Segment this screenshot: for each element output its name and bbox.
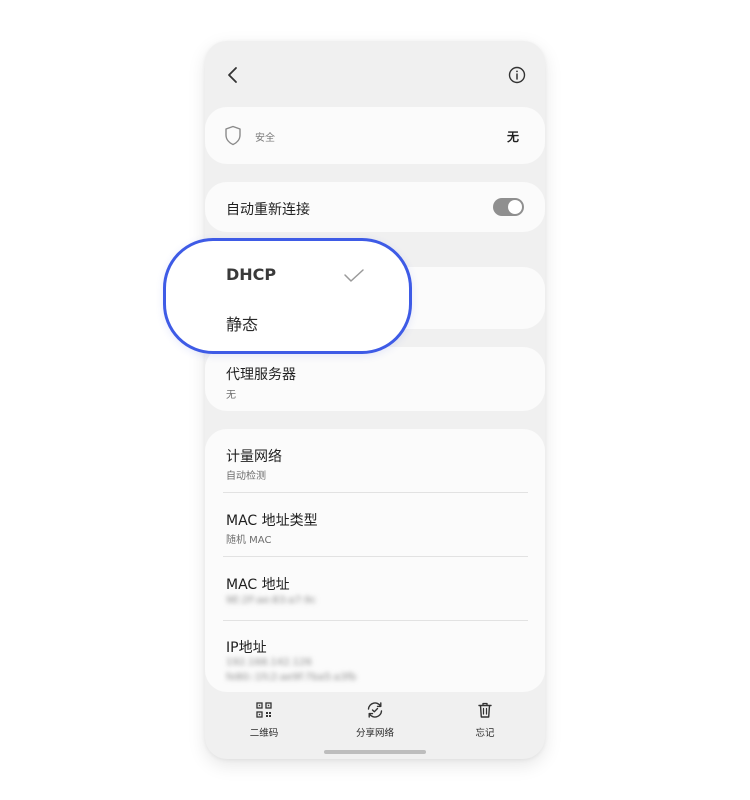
share-network-icon xyxy=(367,702,383,718)
home-indicator xyxy=(324,750,426,754)
checkmark-icon xyxy=(344,269,364,282)
security-label: 安全 xyxy=(255,133,275,144)
share-network-label: 分享网络 xyxy=(355,728,394,739)
qr-code-icon xyxy=(256,702,272,718)
dropdown-option-dhcp[interactable]: DHCP xyxy=(208,250,386,295)
mac-type-value: 随机 MAC xyxy=(226,535,272,546)
network-details-card: 计量网络 自动检测 MAC 地址类型 随机 MAC MAC 地址 9E:2F:a… xyxy=(205,429,545,692)
back-arrow-icon xyxy=(228,67,237,83)
mac-address-value: 9E:2F:ae:83:a7:9c xyxy=(226,595,317,606)
shield-icon xyxy=(225,125,241,146)
divider xyxy=(223,620,528,621)
auto-reconnect-toggle[interactable] xyxy=(493,198,524,216)
metered-title: 计量网络 xyxy=(226,449,282,465)
qr-code-button[interactable]: 二维码 xyxy=(234,701,294,739)
forget-label: 忘记 xyxy=(475,728,495,739)
ip-address-v4: 192.168.142.126 xyxy=(226,657,312,668)
wifi-network-details-screen: 安全 无 自动重新连接 代理服务器 无 计量网络 自动检测 MAC 地址类型 随… xyxy=(205,41,545,759)
divider xyxy=(223,492,528,493)
ip-settings-dropdown-highlight: DHCP 静态 xyxy=(163,238,412,354)
static-label: 静态 xyxy=(226,315,259,334)
info-icon xyxy=(508,66,526,84)
proxy-card[interactable]: 代理服务器 无 xyxy=(205,347,545,411)
auto-reconnect-card[interactable]: 自动重新连接 xyxy=(205,182,545,232)
qr-code-label: 二维码 xyxy=(249,728,279,739)
divider xyxy=(223,556,528,557)
auto-reconnect-label: 自动重新连接 xyxy=(226,202,310,218)
forget-button[interactable]: 忘记 xyxy=(455,701,515,739)
trash-icon xyxy=(478,702,492,718)
back-button[interactable] xyxy=(221,63,245,87)
toggle-knob xyxy=(508,200,522,214)
proxy-title: 代理服务器 xyxy=(226,367,296,383)
metered-value: 自动检测 xyxy=(226,471,266,482)
share-network-button[interactable]: 分享网络 xyxy=(345,701,405,739)
security-card: 安全 无 xyxy=(205,107,545,164)
proxy-value: 无 xyxy=(226,390,236,401)
mac-type-title: MAC 地址类型 xyxy=(226,513,318,529)
mac-address-title: MAC 地址 xyxy=(226,577,290,593)
dhcp-label: DHCP xyxy=(226,265,277,284)
dropdown-option-static[interactable]: 静态 xyxy=(208,295,386,340)
security-value: 无 xyxy=(506,130,519,144)
info-button[interactable] xyxy=(505,63,529,87)
ip-address-title: IP地址 xyxy=(226,640,267,656)
ip-settings-dropdown: DHCP 静态 xyxy=(208,250,386,340)
ip-address-v6: fe80::1fc2:ae9f:7ba5:a3fb xyxy=(226,672,357,683)
